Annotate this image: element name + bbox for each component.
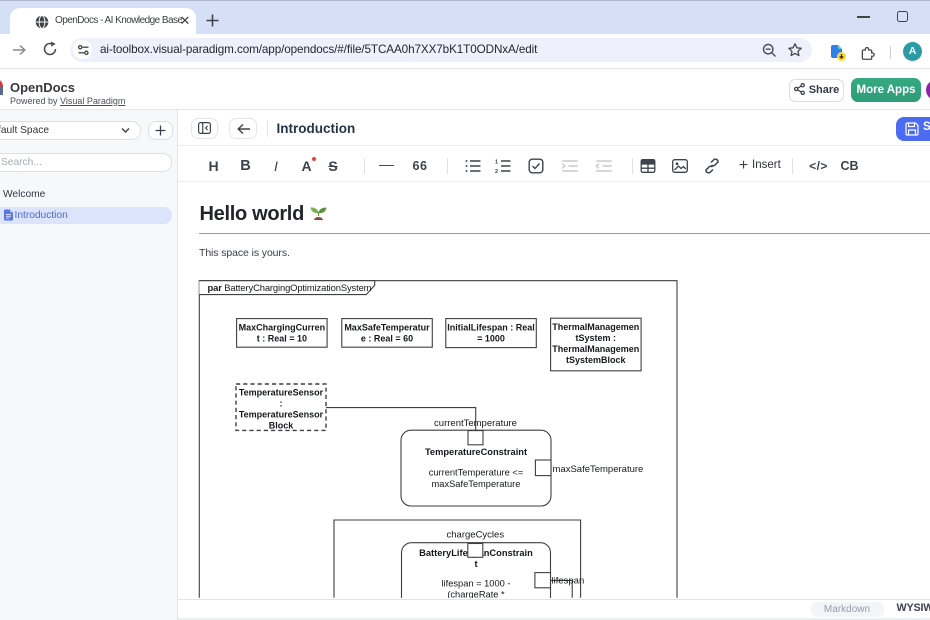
svg-text:t: t <box>474 559 477 569</box>
svg-text:maxSafeTemperature: maxSafeTemperature <box>432 479 521 489</box>
svg-text:1: 1 <box>495 159 498 165</box>
svg-text:tSystem :: tSystem : <box>576 333 617 343</box>
svg-text:par BatteryChargingOptimizatio: par BatteryChargingOptimizationSystem <box>208 282 372 293</box>
svg-text:t : Real = 10: t : Real = 10 <box>257 333 307 343</box>
svg-text::: : <box>280 398 283 408</box>
svg-text:Block: Block <box>269 420 295 430</box>
svg-text:TemperatureConstraint: TemperatureConstraint <box>425 447 527 457</box>
svg-text:TemperatureSensor: TemperatureSensor <box>239 409 324 419</box>
svg-text:ThermalManagemen: ThermalManagemen <box>552 344 639 354</box>
svg-text:e : Real = 60: e : Real = 60 <box>361 333 413 343</box>
svg-text:chargeCycles: chargeCycles <box>447 530 505 541</box>
svg-text:= 1000: = 1000 <box>477 334 505 344</box>
svg-text:ThermalManagemen: ThermalManagemen <box>552 322 639 332</box>
svg-text:currentTemperature: currentTemperature <box>434 418 517 429</box>
svg-text:TemperatureSensor: TemperatureSensor <box>239 387 324 397</box>
svg-text:MaxSafeTemperatur: MaxSafeTemperatur <box>344 322 430 332</box>
svg-text:MaxChargingCurren: MaxChargingCurren <box>239 322 326 332</box>
svg-text:lifespan: lifespan <box>552 575 585 586</box>
svg-text:2: 2 <box>495 168 498 172</box>
svg-text:tSystemBlock: tSystemBlock <box>566 355 627 365</box>
svg-text:maxSafeTemperature: maxSafeTemperature <box>553 464 644 475</box>
svg-text:InitialLifespan : Real: InitialLifespan : Real <box>447 323 535 333</box>
svg-text:(chargeRate *: (chargeRate * <box>447 589 505 598</box>
svg-text:lifespan = 1000 -: lifespan = 1000 - <box>441 578 510 588</box>
svg-text:currentTemperature <=: currentTemperature <= <box>429 468 524 478</box>
